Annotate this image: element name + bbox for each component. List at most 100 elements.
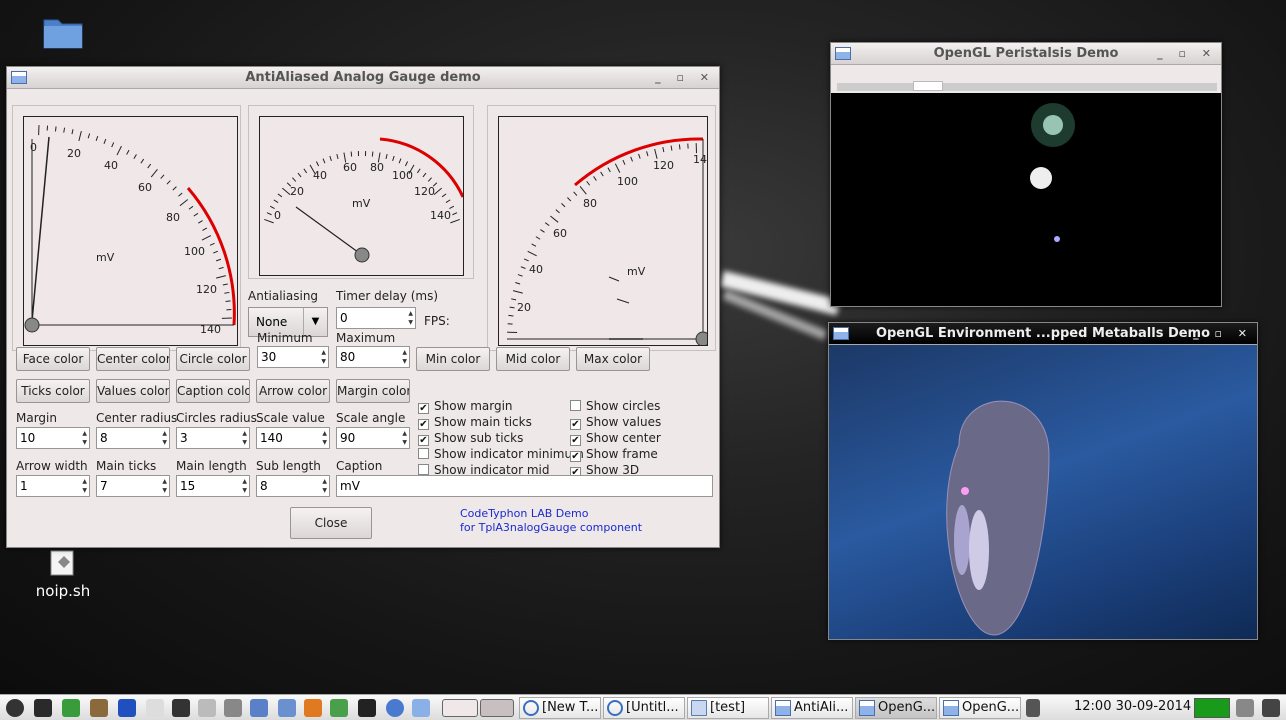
window-titlebar[interactable]: OpenGL Peristalsis Demo _ ▫ ✕ xyxy=(831,43,1221,65)
task-test[interactable]: [test] xyxy=(687,697,769,719)
opengl-canvas[interactable] xyxy=(831,93,1221,306)
checkbox-show-frame[interactable]: ✔ Show frame xyxy=(570,447,658,462)
checkbox-show-circles[interactable]: Show circles xyxy=(570,399,660,413)
task-untitled[interactable]: [Untitl... xyxy=(603,697,685,719)
arrow-width-input[interactable]: 1 ▲ ▼ xyxy=(16,475,90,497)
spin-arrows-icon[interactable]: ▲ ▼ xyxy=(162,429,167,447)
timer-delay-label: Timer delay (ms) xyxy=(336,289,439,303)
center-color-button[interactable]: Center color xyxy=(96,347,170,371)
spin-arrows-icon[interactable]: ▲ ▼ xyxy=(402,348,407,366)
window-icon xyxy=(859,700,875,716)
start-menu-icon[interactable] xyxy=(6,699,24,717)
opengl-canvas[interactable] xyxy=(829,345,1257,639)
spin-arrows-icon[interactable]: ▲ ▼ xyxy=(242,429,247,447)
caption-input[interactable]: mV xyxy=(336,475,713,497)
task-opengl-2[interactable]: OpenG... xyxy=(939,697,1021,719)
chromium-icon[interactable] xyxy=(386,699,404,717)
panda-icon[interactable] xyxy=(146,699,164,717)
cloud-icon[interactable] xyxy=(198,699,216,717)
checkbox-empty-icon[interactable] xyxy=(418,448,429,459)
circles-radius-input[interactable]: 3 ▲ ▼ xyxy=(176,427,250,449)
checkmark-icon[interactable]: ✔ xyxy=(418,435,429,446)
checkbox-show-margin[interactable]: ✔ Show margin xyxy=(418,399,513,414)
window-titlebar[interactable]: AntiAliased Analog Gauge demo _ ▫ ✕ xyxy=(7,67,719,89)
window-controls[interactable]: _ ▫ ✕ xyxy=(655,67,715,89)
checkmark-icon[interactable]: ✔ xyxy=(418,419,429,430)
checkbox-show-values[interactable]: ✔ Show values xyxy=(570,415,661,430)
window-controls[interactable]: _ ▫ ✕ xyxy=(1157,43,1217,65)
gauge-tick xyxy=(198,220,203,224)
task-antialiased[interactable]: AntiAli... xyxy=(771,697,853,719)
checkbox-show-indicator-minimum[interactable]: Show indicator minimum xyxy=(418,447,584,461)
min-color-button[interactable]: Min color xyxy=(416,347,490,371)
close-button[interactable]: Close xyxy=(290,507,372,539)
lock-icon[interactable] xyxy=(1236,699,1254,717)
spin-arrows-icon[interactable]: ▲ ▼ xyxy=(408,309,413,327)
checkmark-icon[interactable]: ✔ xyxy=(418,403,429,414)
main-ticks-input[interactable]: 7 ▲ ▼ xyxy=(96,475,170,497)
volume-icon[interactable] xyxy=(1026,699,1040,717)
spin-arrows-icon[interactable]: ▲ ▼ xyxy=(322,429,327,447)
spin-arrows-icon[interactable]: ▲ ▼ xyxy=(242,477,247,495)
desktop-item-noip[interactable]: noip.sh xyxy=(30,548,96,600)
spin-arrows-icon[interactable]: ▲ ▼ xyxy=(82,477,87,495)
window-controls[interactable]: _ ▫ ✕ xyxy=(1193,323,1253,345)
margin-color-button[interactable]: Margin color xyxy=(336,379,410,403)
firefox-icon[interactable] xyxy=(304,699,322,717)
sub-length-input[interactable]: 8 ▲ ▼ xyxy=(256,475,330,497)
folder-desktop-icon[interactable] xyxy=(40,14,86,54)
minimum-input[interactable]: 30 ▲ ▼ xyxy=(257,346,329,368)
window-titlebar[interactable]: OpenGL Environment ...pped Metaballs Dem… xyxy=(829,323,1257,345)
spreadsheet-icon[interactable] xyxy=(330,699,348,717)
margin-input[interactable]: 10 ▲ ▼ xyxy=(16,427,90,449)
maximum-input[interactable]: 80 ▲ ▼ xyxy=(336,346,410,368)
checkbox-show-center[interactable]: ✔ Show center xyxy=(570,431,661,446)
task-new-tab[interactable]: [New T... xyxy=(519,697,601,719)
circle-color-button[interactable]: Circle color xyxy=(176,347,250,371)
workspace-switcher-2[interactable] xyxy=(480,699,514,717)
windows-icon[interactable] xyxy=(412,699,430,717)
workspace-switcher[interactable] xyxy=(442,699,478,717)
mt-icon[interactable] xyxy=(172,699,190,717)
package-manager-icon[interactable] xyxy=(90,699,108,717)
notes-icon[interactable] xyxy=(224,699,242,717)
max-color-button[interactable]: Max color xyxy=(576,347,650,371)
checkbox-show-sub-ticks[interactable]: ✔ Show sub ticks xyxy=(418,431,523,446)
gauge-tick xyxy=(509,306,515,309)
spin-arrows-icon[interactable]: ▲ ▼ xyxy=(162,477,167,495)
spin-arrows-icon[interactable]: ▲ ▼ xyxy=(82,429,87,447)
checkbox-empty-icon[interactable] xyxy=(418,464,429,475)
clock[interactable]: 12:00 30-09-2014 xyxy=(1074,699,1191,714)
file-manager-icon[interactable] xyxy=(278,699,296,717)
ticks-color-button[interactable]: Ticks color xyxy=(16,379,90,403)
system-settings-icon[interactable] xyxy=(62,699,80,717)
logout-icon[interactable] xyxy=(1262,699,1280,717)
values-color-button[interactable]: Values color xyxy=(96,379,170,403)
spin-arrows-icon[interactable]: ▲ ▼ xyxy=(402,429,407,447)
monitor-icon[interactable] xyxy=(358,699,376,717)
spin-arrows-icon[interactable]: ▲ ▼ xyxy=(322,477,327,495)
gauge-tick xyxy=(654,148,658,159)
main-length-input[interactable]: 15 ▲ ▼ xyxy=(176,475,250,497)
scale-value-input[interactable]: 140 ▲ ▼ xyxy=(256,427,330,449)
checkmark-icon[interactable]: ✔ xyxy=(570,435,581,446)
checkbox-show-main-ticks[interactable]: ✔ Show main ticks xyxy=(418,415,532,430)
face-color-button[interactable]: Face color xyxy=(16,347,90,371)
checkmark-icon[interactable]: ✔ xyxy=(570,451,581,462)
codetyphon-icon[interactable] xyxy=(118,699,136,717)
spin-arrows-icon[interactable]: ▲ ▼ xyxy=(321,348,326,366)
arrow-color-button[interactable]: Arrow color xyxy=(256,379,330,403)
terminal-icon[interactable] xyxy=(34,699,52,717)
scale-angle-input[interactable]: 90 ▲ ▼ xyxy=(336,427,410,449)
checkbox-empty-icon[interactable] xyxy=(570,400,581,411)
gauge-tick xyxy=(622,159,626,165)
network-icon[interactable] xyxy=(250,699,268,717)
slider-handle[interactable] xyxy=(913,81,943,91)
mid-color-button[interactable]: Mid color xyxy=(496,347,570,371)
center-radius-input[interactable]: 8 ▲ ▼ xyxy=(96,427,170,449)
caption-color-button[interactable]: Caption color xyxy=(176,379,250,403)
checkmark-icon[interactable]: ✔ xyxy=(570,419,581,430)
task-opengl-1[interactable]: OpenG... xyxy=(855,697,937,719)
timer-delay-input[interactable]: 0 ▲ ▼ xyxy=(336,307,416,329)
cpu-monitor[interactable] xyxy=(1194,698,1230,718)
